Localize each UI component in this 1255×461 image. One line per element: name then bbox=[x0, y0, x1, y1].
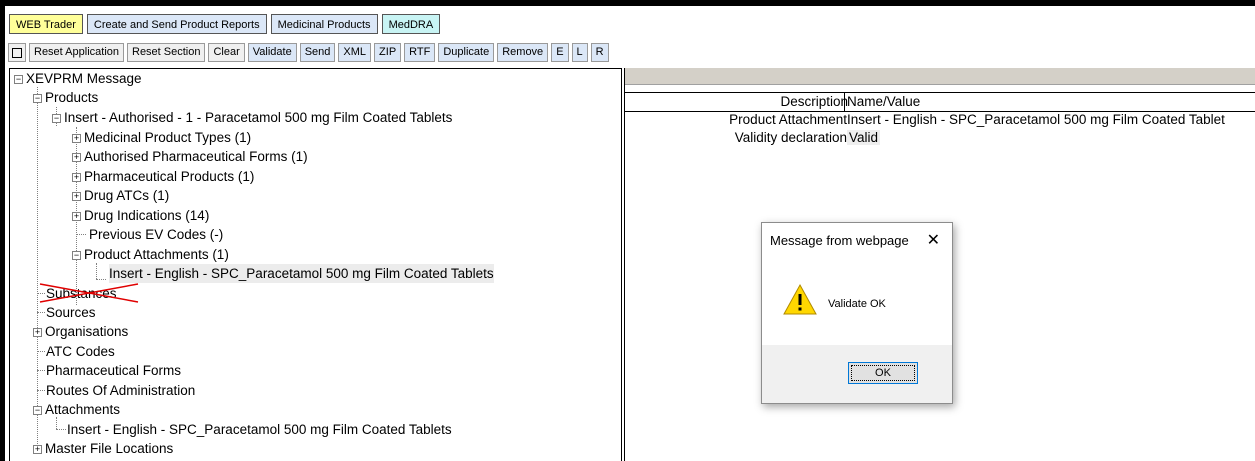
reset-section-button[interactable]: Reset Section bbox=[127, 43, 206, 62]
tree-node-routes-of-administration[interactable]: Routes Of Administration bbox=[46, 381, 195, 400]
warning-icon bbox=[783, 283, 817, 315]
tree-line bbox=[56, 417, 57, 429]
tree-node-organisations[interactable]: Organisations bbox=[45, 322, 128, 341]
tree-node-insert-authorised[interactable]: Insert - Authorised - 1 - Paracetamol 50… bbox=[64, 108, 452, 127]
collapse-icon[interactable]: − bbox=[33, 94, 42, 103]
tree-node-authorised-pharmaceutical-forms[interactable]: Authorised Pharmaceutical Forms (1) bbox=[84, 147, 308, 166]
tab-medicinal-products[interactable]: Medicinal Products bbox=[270, 14, 378, 34]
dialog-footer: OK bbox=[762, 345, 952, 403]
duplicate-button[interactable]: Duplicate bbox=[438, 43, 495, 62]
close-icon[interactable]: ✕ bbox=[927, 230, 940, 250]
tree-node-pharmaceutical-products[interactable]: Pharmaceutical Products (1) bbox=[84, 167, 254, 186]
toolbar: Reset Application Reset Section Clear Va… bbox=[8, 43, 609, 63]
e-button[interactable]: E bbox=[551, 43, 569, 62]
ok-button[interactable]: OK bbox=[848, 362, 918, 384]
validate-button[interactable]: Validate bbox=[247, 43, 297, 62]
tree-line bbox=[76, 234, 86, 235]
remove-button[interactable]: Remove bbox=[497, 43, 549, 62]
left-border bbox=[0, 0, 5, 461]
tree-node-medicinal-product-types[interactable]: Medicinal Product Types (1) bbox=[84, 128, 251, 147]
toggle-panel-button[interactable] bbox=[8, 43, 26, 62]
tree-line bbox=[37, 312, 45, 313]
collapse-icon[interactable]: − bbox=[52, 114, 61, 123]
tab-web-trader[interactable]: WEB Trader bbox=[9, 14, 83, 34]
expand-icon[interactable]: + bbox=[72, 134, 81, 143]
column-divider bbox=[844, 93, 845, 111]
square-icon bbox=[12, 48, 22, 58]
strike-mark bbox=[39, 283, 139, 303]
tree-node-sources[interactable]: Sources bbox=[46, 303, 96, 322]
tree-node-drug-atcs[interactable]: Drug ATCs (1) bbox=[84, 186, 169, 205]
dialog-title: Message from webpage bbox=[770, 233, 909, 248]
rtf-button[interactable]: RTF bbox=[404, 43, 436, 62]
expand-icon[interactable]: + bbox=[72, 153, 81, 162]
expand-icon[interactable]: + bbox=[72, 173, 81, 182]
l-button[interactable]: L bbox=[571, 43, 588, 62]
r-button[interactable]: R bbox=[590, 43, 609, 62]
tree-node-attachments-item[interactable]: Insert - English - SPC_Paracetamol 500 m… bbox=[67, 420, 452, 439]
tab-create-send-reports[interactable]: Create and Send Product Reports bbox=[86, 14, 267, 34]
tree-node-attachment-item[interactable]: Insert - English - SPC_Paracetamol 500 m… bbox=[109, 264, 494, 283]
tree-node-previous-ev-codes[interactable]: Previous EV Codes (-) bbox=[89, 225, 223, 244]
column-description: Description bbox=[780, 94, 848, 109]
tree-line bbox=[37, 351, 45, 352]
expand-icon[interactable]: + bbox=[72, 212, 81, 221]
tree-line bbox=[96, 279, 106, 280]
tree-node-master-file-locations[interactable]: Master File Locations bbox=[45, 439, 173, 458]
expand-icon[interactable]: + bbox=[72, 192, 81, 201]
tree-node-root[interactable]: XEVPRM Message bbox=[26, 69, 142, 88]
collapse-icon[interactable]: − bbox=[72, 251, 81, 260]
dialog-message: Validate OK bbox=[828, 298, 886, 310]
tree-line bbox=[37, 370, 45, 371]
zip-button[interactable]: ZIP bbox=[374, 43, 402, 62]
collapse-icon[interactable]: − bbox=[33, 406, 42, 415]
tree-line bbox=[37, 87, 38, 454]
reset-application-button[interactable]: Reset Application bbox=[29, 43, 124, 62]
tree-line bbox=[56, 429, 66, 430]
xevprm-tree: − XEVPRM Message − Products − Insert - A… bbox=[9, 68, 622, 461]
details-grid-header: Description Name/Value bbox=[625, 92, 1255, 112]
tree-node-drug-indications[interactable]: Drug Indications (14) bbox=[84, 206, 209, 225]
column-name-value: Name/Value bbox=[847, 94, 921, 109]
expand-icon[interactable]: + bbox=[33, 328, 42, 337]
tree-line bbox=[96, 263, 97, 279]
clear-button[interactable]: Clear bbox=[208, 43, 245, 62]
tree-node-pharmaceutical-forms[interactable]: Pharmaceutical Forms bbox=[46, 361, 181, 380]
expand-icon[interactable]: + bbox=[33, 445, 42, 454]
tree-line bbox=[37, 390, 45, 391]
detail-label-validity: Validity declaration bbox=[734, 130, 847, 145]
details-header-bar bbox=[625, 68, 1255, 85]
tree-node-product-attachments[interactable]: Product Attachments (1) bbox=[84, 245, 229, 264]
detail-label-product-attachment: Product Attachment bbox=[729, 112, 847, 127]
tab-meddra[interactable]: MedDRA bbox=[381, 14, 441, 34]
tree-node-atc-codes[interactable]: ATC Codes bbox=[46, 342, 115, 361]
tree-node-products[interactable]: Products bbox=[45, 88, 98, 107]
top-border bbox=[0, 0, 1255, 6]
tab-bar: WEB Trader Create and Send Product Repor… bbox=[9, 14, 441, 36]
collapse-icon[interactable]: − bbox=[14, 75, 23, 84]
xml-button[interactable]: XML bbox=[338, 43, 372, 62]
message-dialog: Message from webpage ✕ Validate OK OK bbox=[761, 222, 953, 404]
send-button[interactable]: Send bbox=[299, 43, 336, 62]
detail-value-validity: Valid bbox=[847, 130, 881, 145]
detail-value-product-attachment: Insert - English - SPC_Paracetamol 500 m… bbox=[847, 112, 1225, 127]
